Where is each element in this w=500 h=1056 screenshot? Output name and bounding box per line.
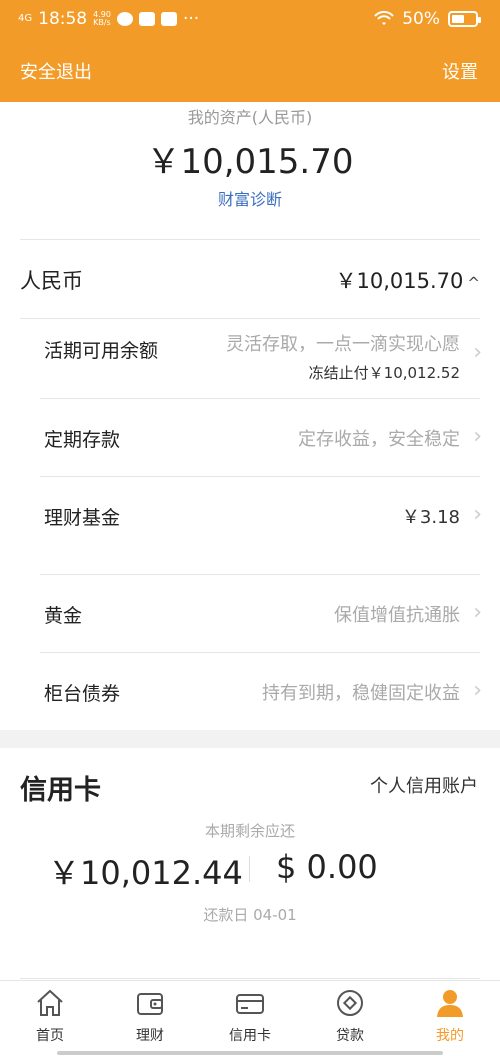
list-item-gold[interactable]: 黄金 保值增值抗通胀 ›: [40, 574, 500, 652]
amount-due-usd: $ 0.00: [276, 848, 378, 886]
item-title: 活期可用余额: [44, 340, 159, 362]
chevron-right-icon: ›: [473, 502, 482, 527]
rmb-value: ￥10,015.70 ^: [336, 265, 480, 295]
due-date: 还款日 04-01: [203, 906, 297, 924]
speed-unit: KB/s: [93, 18, 111, 27]
wifi-icon: [374, 11, 394, 25]
assets-card: 我的资产(人民币) ￥10,015.70 财富诊断 人民币 ￥10,015.70…: [0, 102, 500, 730]
network-speed: 4.90 KB/s: [93, 11, 111, 27]
time: 18:58: [38, 9, 88, 29]
tab-label: 理财: [136, 1028, 164, 1044]
item-desc: 灵活存取，一点一滴实现心愿: [226, 334, 460, 355]
remaining-due-label: 本期剩余应还: [204, 822, 295, 840]
item-desc: 定存收益，安全稳定: [298, 429, 460, 450]
rmb-amount: ￥10,015.70: [335, 269, 464, 293]
rmb-section-header[interactable]: 人民币 ￥10,015.70 ^: [0, 240, 500, 318]
chevron-right-icon: ›: [473, 678, 482, 703]
list-item-demand-balance[interactable]: 活期可用余额 灵活存取，一点一滴实现心愿 冻结止付￥10,012.52 ›: [40, 318, 500, 398]
tab-mine[interactable]: 我的: [400, 987, 500, 1051]
loan-icon: [337, 990, 363, 1016]
video-notification-icon: [138, 12, 155, 26]
credit-card-section: 信用卡 个人信用账户 本期剩余应还 ￥10,012.44 $ 0.00 还款日 …: [0, 748, 500, 980]
divider: [249, 856, 250, 882]
status-left: 4G 18:58 4.90 KB/s ···: [18, 9, 199, 29]
rmb-title: 人民币: [20, 269, 83, 293]
tab-label: 我的: [436, 1028, 464, 1044]
battery-percent: 50%: [402, 9, 440, 29]
personal-credit-account-link[interactable]: 个人信用账户: [370, 772, 478, 798]
network-indicator: 4G: [18, 13, 33, 24]
collapse-chevron-icon: ^: [467, 274, 480, 292]
tab-home[interactable]: 首页: [0, 987, 100, 1051]
divider: [20, 978, 480, 979]
tab-wealth[interactable]: 理财: [100, 987, 200, 1051]
chevron-right-icon: ›: [473, 340, 482, 365]
bottom-tab-bar: 首页 理财 信用卡 贷款 我的: [0, 980, 500, 1056]
status-bar: 4G 18:58 4.90 KB/s ··· 50%: [0, 0, 500, 40]
item-desc: 持有到期，稳健固定收益: [262, 683, 460, 704]
assets-label: 我的资产(人民币): [187, 108, 313, 127]
tab-loan[interactable]: 贷款: [300, 987, 400, 1051]
home-indicator: [57, 1051, 443, 1055]
home-icon: [37, 989, 63, 1016]
chevron-right-icon: ›: [473, 600, 482, 625]
tab-label: 贷款: [336, 1028, 364, 1044]
item-title: 定期存款: [44, 429, 121, 451]
user-icon: [437, 990, 463, 1017]
wealth-diagnosis-link[interactable]: 财富诊断: [0, 186, 500, 210]
wallet-icon: [137, 993, 163, 1015]
app-header: 4G 18:58 4.90 KB/s ··· 50% 安全退出 设置: [0, 0, 500, 102]
credit-card-title: 信用卡: [20, 775, 101, 806]
amount-due-cny: ￥10,012.44: [48, 854, 243, 892]
app-notification-icon: [116, 12, 133, 26]
credit-card-icon: [236, 994, 264, 1014]
item-desc: ￥3.18: [401, 507, 460, 528]
status-right: 50%: [374, 9, 481, 29]
item-desc: 保值增值抗通胀: [334, 605, 460, 626]
tab-credit-card[interactable]: 信用卡: [200, 987, 300, 1051]
item-title: 黄金: [44, 605, 83, 627]
chevron-right-icon: ›: [473, 424, 482, 449]
item-title: 理财基金: [44, 507, 121, 529]
list-item-funds[interactable]: 理财基金 ￥3.18 ›: [40, 476, 500, 554]
assets-value: ￥10,015.70: [146, 142, 354, 182]
tab-label: 首页: [36, 1028, 64, 1044]
tab-label: 信用卡: [229, 1028, 271, 1044]
item-frozen-amount: 冻结止付￥10,012.52: [308, 364, 460, 382]
logout-button[interactable]: 安全退出: [20, 58, 92, 84]
settings-button[interactable]: 设置: [442, 58, 478, 84]
battery-icon: [448, 11, 481, 27]
list-item-time-deposit[interactable]: 定期存款 定存收益，安全稳定 ›: [40, 398, 500, 476]
mail-notification-icon: [160, 12, 177, 26]
item-title: 柜台债券: [44, 683, 121, 705]
list-item-bonds[interactable]: 柜台债券 持有到期，稳健固定收益 ›: [40, 652, 500, 730]
more-notifications: ···: [182, 9, 200, 29]
